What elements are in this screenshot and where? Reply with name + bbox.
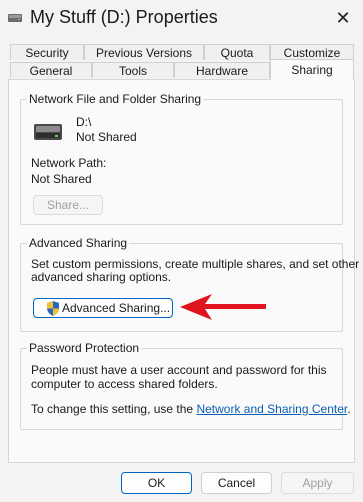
network-sharing-center-link[interactable]: Network and Sharing Center <box>196 402 347 416</box>
tab-security[interactable]: Security <box>10 44 84 60</box>
network-path-value: Not Shared <box>31 172 92 186</box>
tab-quota[interactable]: Quota <box>204 44 270 60</box>
drive-status: Not Shared <box>76 130 137 144</box>
tab-hardware[interactable]: Hardware <box>174 62 270 78</box>
ok-button[interactable]: OK <box>121 472 192 494</box>
drive-icon <box>8 14 22 22</box>
tab-sharing[interactable]: Sharing <box>270 59 354 80</box>
advanced-sharing-title: Advanced Sharing <box>27 236 130 250</box>
advanced-sharing-button-label: Advanced Sharing... <box>62 301 171 315</box>
tab-tools[interactable]: Tools <box>92 62 174 78</box>
password-protection-line-2: computer to access shared folders. <box>31 377 218 391</box>
password-protection-prefix: To change this setting, use the <box>31 402 194 416</box>
drive-path: D:\ <box>76 115 92 129</box>
title-bar: My Stuff (D:) Properties ✕ <box>0 0 363 36</box>
password-protection-suffix: . <box>347 402 351 416</box>
advanced-sharing-button[interactable]: Advanced Sharing... <box>33 298 173 318</box>
network-path-label: Network Path: <box>31 156 107 170</box>
uac-shield-icon <box>47 301 59 316</box>
password-protection-line-1: People must have a user account and pass… <box>31 363 327 377</box>
apply-button[interactable]: Apply <box>281 472 354 494</box>
tab-customize[interactable]: Customize <box>270 44 354 60</box>
password-protection-line-3: To change this setting, use the Network … <box>31 402 351 417</box>
share-button[interactable]: Share... <box>33 195 103 215</box>
tab-general[interactable]: General <box>10 62 92 78</box>
drive-icon <box>34 124 62 140</box>
close-button[interactable]: ✕ <box>328 4 358 32</box>
password-protection-title: Password Protection <box>27 341 142 355</box>
window-title: My Stuff (D:) Properties <box>30 7 218 27</box>
network-sharing-title: Network File and Folder Sharing <box>27 92 204 106</box>
tab-previous-versions[interactable]: Previous Versions <box>84 44 204 60</box>
cancel-button[interactable]: Cancel <box>201 472 272 494</box>
annotation-arrow-icon <box>180 294 266 320</box>
advanced-sharing-description-2: advanced sharing options. <box>31 270 172 284</box>
